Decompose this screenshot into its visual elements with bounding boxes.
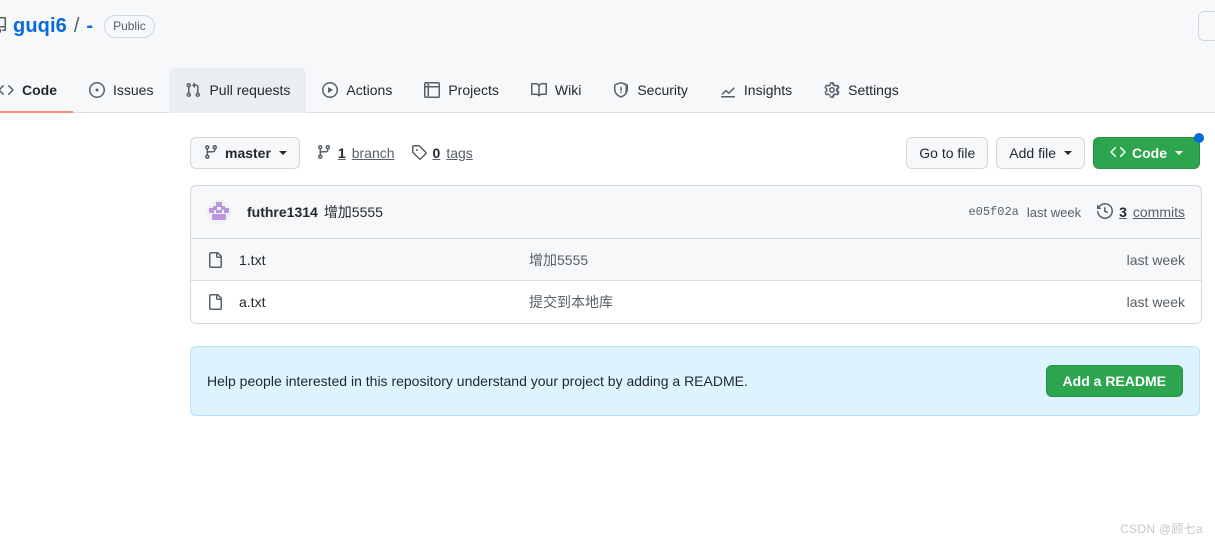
tab-pull-requests-label: Pull requests (209, 81, 291, 98)
code-icon (0, 82, 14, 98)
table-row[interactable]: 1.txt 增加5555 last week (191, 239, 1201, 281)
commit-message-link[interactable]: 增加5555 (324, 202, 383, 222)
file-relative-time: last week (1126, 251, 1185, 268)
commit-sha[interactable]: e05f02a (968, 205, 1018, 219)
add-file-button[interactable]: Add file (996, 137, 1085, 169)
repo-nav: Code Issues Pull requests Actions Projec (0, 67, 1215, 113)
tab-issues-label: Issues (113, 81, 154, 98)
commit-relative-time: last week (1026, 204, 1082, 220)
repo-toolbar: master 1 branch 0 tags Go to file Add fi… (190, 133, 1204, 169)
commits-count-label: commits (1132, 204, 1185, 220)
tab-security-label: Security (637, 81, 688, 98)
tab-projects-label: Projects (448, 81, 499, 98)
tab-settings[interactable]: Settings (808, 68, 915, 113)
tab-insights[interactable]: Insights (704, 68, 808, 113)
chevron-down-icon (278, 151, 287, 155)
repo-title-row: guqi6 / - Public (0, 0, 1215, 41)
chevron-down-icon (1064, 151, 1072, 155)
avatar[interactable] (207, 200, 231, 224)
repo-name-link[interactable]: - (86, 15, 93, 38)
table-icon (424, 81, 441, 98)
git-branch-icon (203, 144, 219, 163)
code-button[interactable]: Code (1093, 137, 1200, 169)
branch-selector-button[interactable]: master (190, 137, 300, 169)
git-branch-icon (316, 144, 332, 163)
file-icon (207, 251, 223, 268)
branch-count-link[interactable]: 1 branch (316, 144, 395, 163)
table-row[interactable]: a.txt 提交到本地库 last week (191, 281, 1201, 323)
watermark: CSDN @顾七a (1120, 522, 1203, 536)
history-icon (1097, 202, 1114, 222)
tag-count-value: 0 (432, 145, 441, 161)
repo-icon (0, 16, 6, 36)
tab-projects[interactable]: Projects (408, 68, 515, 113)
repo-content: master 1 branch 0 tags Go to file Add fi… (0, 113, 1215, 416)
shield-icon (613, 81, 629, 98)
commits-count-link[interactable]: 3 commits (1097, 202, 1185, 222)
latest-commit-row: futhre1314 增加5555 e05f02a last week 3 co… (191, 186, 1201, 239)
file-icon (207, 294, 223, 310)
branch-selector-label: master (225, 145, 271, 161)
tag-count-link[interactable]: 0 tags (411, 144, 473, 163)
chevron-down-icon (1175, 151, 1183, 155)
commit-meta: e05f02a last week 3 commits (968, 202, 1185, 222)
code-angle-brackets-icon (1110, 144, 1126, 163)
tab-settings-label: Settings (848, 81, 899, 98)
file-commit-message[interactable]: 提交到本地库 (529, 292, 1127, 312)
repo-owner-link[interactable]: guqi6 (13, 15, 67, 38)
readme-banner-text: Help people interested in this repositor… (207, 373, 748, 389)
tag-icon (411, 144, 427, 163)
tab-wiki[interactable]: Wiki (515, 68, 597, 113)
branch-count-label: branch (351, 145, 395, 161)
branch-count-value: 1 (337, 145, 346, 161)
play-icon (322, 81, 339, 98)
readme-suggestion-banner: Help people interested in this repositor… (190, 346, 1200, 416)
tab-insights-label: Insights (743, 81, 793, 98)
tab-security[interactable]: Security (597, 68, 704, 113)
code-button-wrapper: Code (1093, 133, 1204, 169)
tab-actions[interactable]: Actions (306, 68, 408, 113)
file-name-link[interactable]: a.txt (239, 294, 529, 310)
tab-actions-label: Actions (346, 81, 393, 98)
git-pull-request-icon (185, 82, 201, 98)
file-relative-time: last week (1126, 294, 1185, 310)
code-button-label: Code (1132, 145, 1167, 161)
repo-header: guqi6 / - Public Code Issues Pull reques… (0, 0, 1215, 113)
add-file-label: Add file (1009, 145, 1056, 161)
commit-author-link[interactable]: futhre1314 (247, 204, 318, 220)
tab-pull-requests[interactable]: Pull requests (169, 68, 307, 113)
graph-icon (720, 82, 736, 98)
tab-code[interactable]: Code (0, 68, 73, 113)
repo-path-separator: / (73, 14, 80, 37)
tab-wiki-label: Wiki (554, 81, 582, 98)
issue-opened-icon (89, 81, 105, 98)
tab-code-label: Code (22, 81, 57, 98)
header-edge-button-cutoff[interactable] (1198, 11, 1215, 41)
file-name-link[interactable]: 1.txt (239, 252, 529, 268)
book-icon (530, 82, 547, 98)
add-readme-button[interactable]: Add a README (1045, 365, 1183, 397)
tag-count-label: tags (446, 145, 473, 161)
go-to-file-button[interactable]: Go to file (906, 137, 989, 169)
gear-icon (824, 81, 840, 98)
commits-count-value: 3 (1119, 204, 1127, 220)
file-listing-box: futhre1314 增加5555 e05f02a last week 3 co… (190, 185, 1202, 324)
file-commit-message[interactable]: 增加5555 (529, 250, 1127, 270)
code-button-notification-dot (1194, 133, 1204, 143)
repo-visibility-badge: Public (104, 14, 155, 38)
tab-issues[interactable]: Issues (73, 68, 169, 113)
toolbar-actions: Go to file Add file Code (906, 133, 1204, 169)
